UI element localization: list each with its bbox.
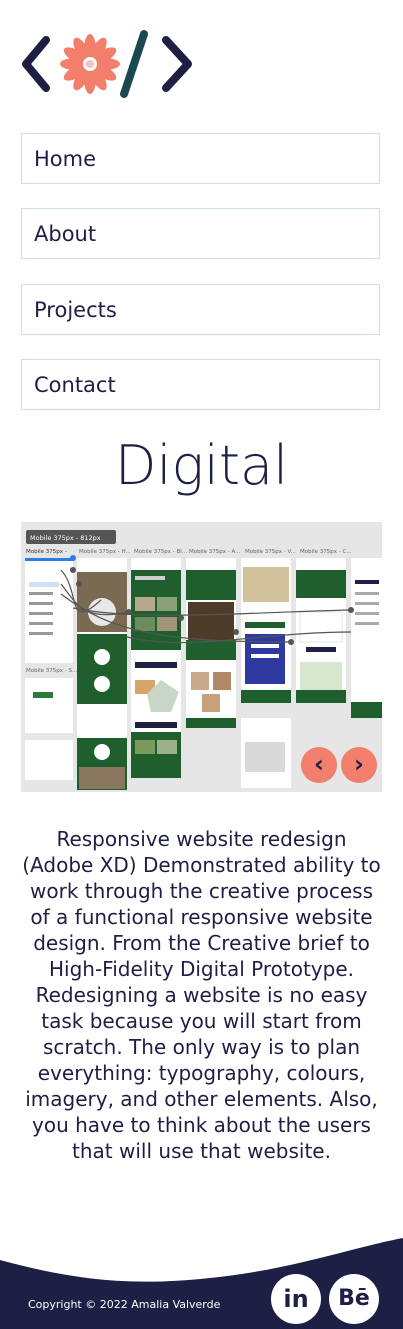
artboard-label: Mobile 375px - S... (26, 668, 78, 674)
artboard-label: Mobile 375px - A... (189, 549, 241, 555)
nav-item-projects[interactable]: Projects (21, 284, 380, 335)
chevron-left-icon: ‹ (314, 750, 324, 778)
artboard-label: Mobile 375px - H... (79, 549, 131, 555)
artboard-label: Mobile 375px - V... (245, 549, 296, 555)
toolbar-label: Mobile 375px - 812px (30, 534, 101, 542)
artboard-label: Mobile 375px - Bl... (134, 549, 187, 555)
nav-item-home[interactable]: Home (21, 133, 380, 184)
behance-icon[interactable]: Bē (329, 1274, 379, 1324)
slider-prev-button[interactable]: ‹ (301, 747, 337, 783)
linkedin-icon[interactable]: in (271, 1274, 321, 1324)
description-paragraph: Responsive website redesign (Adobe XD) D… (22, 827, 381, 981)
artboard-label: Mobile 375px - C... (300, 549, 352, 555)
page-title: Digital (114, 434, 289, 497)
project-description: Responsive website redesign (Adobe XD) D… (20, 826, 383, 1164)
nav-item-contact[interactable]: Contact (21, 359, 380, 410)
slider-next-button[interactable]: › (341, 747, 377, 783)
site-logo-icon[interactable] (20, 28, 196, 100)
chevron-right-icon: › (354, 750, 364, 778)
copyright-text: Copyright © 2022 Amalia Valverde (28, 1298, 221, 1311)
nav-item-about[interactable]: About (21, 208, 380, 259)
artboard-label: Mobile 375px - (26, 549, 67, 555)
description-paragraph: Redesigning a website is no easy task be… (25, 983, 378, 1163)
